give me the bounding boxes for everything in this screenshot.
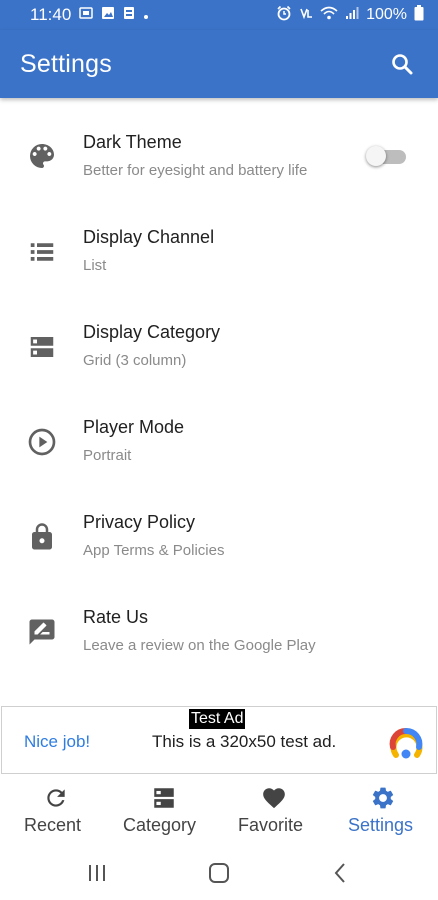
nav-settings[interactable]: Settings xyxy=(342,775,426,847)
heart-icon xyxy=(263,788,285,809)
setting-display-category[interactable]: Display Category Grid (3 column) xyxy=(0,302,438,397)
setting-subtitle: Leave a review on the Google Play xyxy=(83,637,316,654)
home-button[interactable] xyxy=(206,861,232,885)
nav-recent[interactable]: Recent xyxy=(18,775,94,847)
image-icon xyxy=(101,5,115,25)
dot-icon xyxy=(143,5,149,25)
setting-title: Player Mode xyxy=(83,417,185,437)
ad-logo-icon xyxy=(387,725,425,763)
setting-title: Rate Us xyxy=(83,607,149,627)
setting-privacy-policy[interactable]: Privacy Policy App Terms & Policies xyxy=(0,492,438,587)
toggle-thumb xyxy=(366,146,386,166)
alarm-icon xyxy=(276,5,292,26)
setting-title: Display Channel xyxy=(83,227,215,247)
ad-text: This is a 320x50 test ad. xyxy=(152,732,337,751)
setting-title: Display Category xyxy=(83,322,221,342)
gear-icon xyxy=(372,787,394,809)
list-icon xyxy=(24,234,60,270)
ad-label: Test Ad xyxy=(189,709,246,729)
notification-icon xyxy=(79,5,94,25)
setting-subtitle: Grid (3 column) xyxy=(83,352,187,369)
setting-display-channel[interactable]: Display Channel List xyxy=(0,207,438,302)
setting-title: Privacy Policy xyxy=(83,512,196,532)
setting-title: Dark Theme xyxy=(83,132,182,152)
grid-icon xyxy=(24,329,60,365)
volte-icon xyxy=(299,6,313,25)
nav-category[interactable]: Category xyxy=(118,775,210,847)
signal-icon xyxy=(345,6,359,25)
rate-review-icon xyxy=(24,614,60,650)
palette-icon xyxy=(24,138,60,174)
search-button[interactable] xyxy=(386,48,418,80)
lock-icon xyxy=(24,519,60,555)
dark-theme-toggle[interactable] xyxy=(366,145,406,167)
ad-banner[interactable]: Test Ad Nice job! This is a 320x50 test … xyxy=(1,706,437,774)
back-icon xyxy=(334,863,345,883)
ad-headline[interactable]: Nice job! xyxy=(24,732,90,752)
recent-apps-button[interactable] xyxy=(84,861,110,885)
setting-rate-us[interactable]: Rate Us Leave a review on the Google Pla… xyxy=(0,587,438,682)
setting-subtitle: List xyxy=(83,257,107,274)
nav-favorite[interactable]: Favorite xyxy=(232,775,316,847)
nav-label: Recent xyxy=(24,815,82,835)
page-title: Settings xyxy=(20,49,112,78)
refresh-icon xyxy=(47,789,65,807)
setting-subtitle: App Terms & Policies xyxy=(83,542,225,559)
nav-label: Category xyxy=(123,815,197,835)
bottom-nav: Recent Category Favorite Settings xyxy=(0,775,438,847)
battery-icon xyxy=(414,4,424,26)
battery-percent: 100% xyxy=(366,6,407,23)
home-icon xyxy=(209,863,229,883)
app-bar: Settings xyxy=(0,30,438,98)
wifi-icon xyxy=(320,6,338,25)
setting-player-mode[interactable]: Player Mode Portrait xyxy=(0,397,438,492)
recent-apps-icon xyxy=(89,865,105,881)
status-time: 11:40 xyxy=(30,5,72,24)
setting-subtitle: Better for eyesight and battery life xyxy=(83,162,308,179)
back-button[interactable] xyxy=(328,861,354,885)
category-icon xyxy=(154,788,174,808)
play-circle-icon xyxy=(24,424,60,460)
system-nav-bar xyxy=(0,847,438,900)
search-icon xyxy=(392,54,413,75)
setting-dark-theme[interactable]: Dark Theme Better for eyesight and batte… xyxy=(0,112,438,207)
status-bar: 11:40 100% xyxy=(0,0,438,30)
storage-icon xyxy=(123,5,135,25)
nav-label: Settings xyxy=(348,815,414,835)
nav-label: Favorite xyxy=(238,815,304,835)
setting-subtitle: Portrait xyxy=(83,447,132,464)
